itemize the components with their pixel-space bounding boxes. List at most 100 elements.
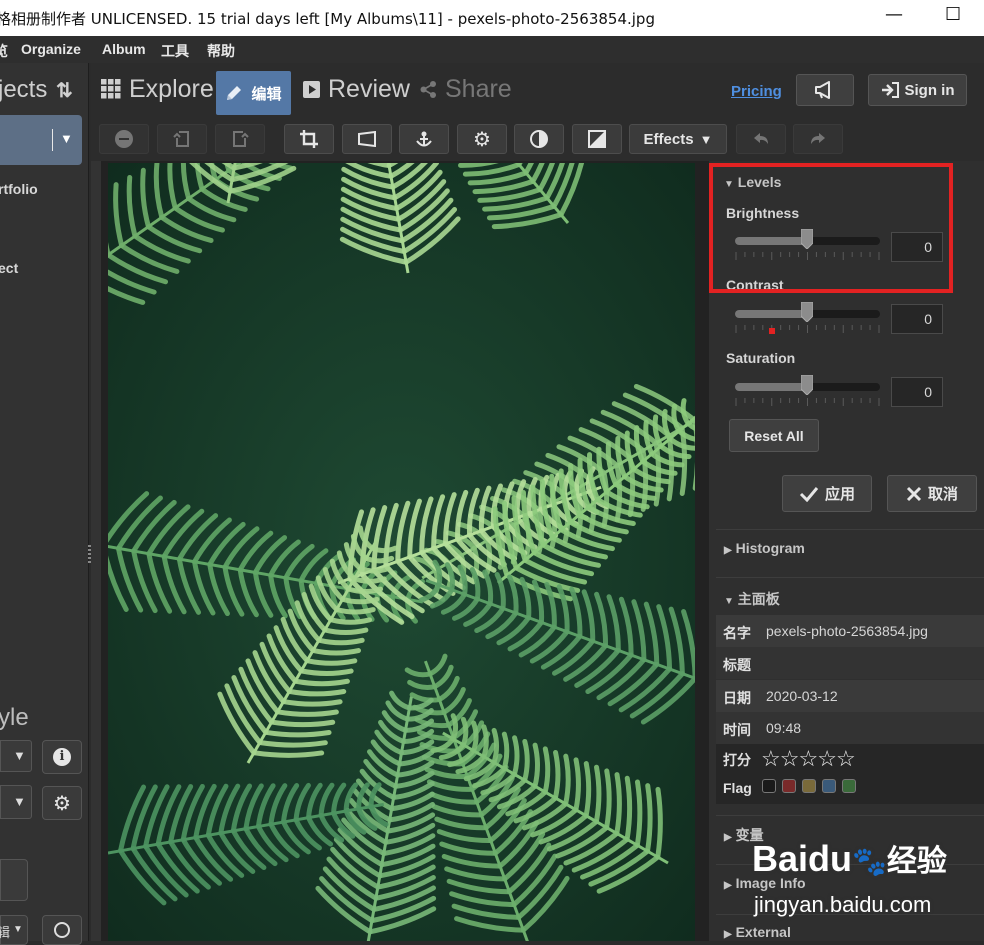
menu-item-browse[interactable]: 览 [0,41,8,61]
flag-swatch[interactable] [782,779,796,793]
anchor-icon [416,131,432,147]
settings-button[interactable]: ⚙ [42,786,82,820]
contrast-button[interactable] [514,124,564,154]
reset-all-button[interactable]: Reset All [729,419,819,452]
canvas-scrollbar[interactable] [91,161,101,941]
menu-bar: 览 Organize Album 工具 帮助 [0,36,984,63]
maximize-button[interactable]: ☐ [945,4,961,25]
perspective-icon [358,131,376,147]
undo-icon [754,133,768,144]
exposure-button[interactable] [572,124,622,154]
style-dropdown[interactable]: ▼ [0,740,32,772]
pencil-icon [227,86,242,100]
meta-row-title[interactable]: 标题 [716,647,984,679]
star-icon[interactable]: ☆ [798,746,818,771]
play-icon [303,80,320,98]
menu-item-tools[interactable]: 工具 [161,41,189,61]
gear-icon: ⚙ [473,128,491,151]
left-panel: jects ⇅ ▼ rtfolio ect yle ▼ i ▼ ⚙ 辑 ▼ [0,63,89,945]
star-icon[interactable]: ☆ [836,746,856,771]
main-panel-header[interactable]: ▼ 主面板 [724,589,780,609]
chevron-down-icon: ▼ [60,131,73,146]
levels-header[interactable]: ▼ Levels [724,174,781,190]
meta-row-time[interactable]: 时间 09:48 [716,712,984,744]
brightness-slider[interactable] [735,229,880,263]
menu-item-help[interactable]: 帮助 [207,41,235,61]
undo-button[interactable] [736,124,786,154]
tab-review[interactable]: Review [303,63,410,115]
slider-handle[interactable] [801,229,813,249]
flag-swatch[interactable] [802,779,816,793]
contrast-label: Contrast [726,277,784,293]
star-icon[interactable]: ☆ [761,746,781,771]
meta-row-date[interactable]: 日期 2020-03-12 [716,680,984,712]
perspective-button[interactable] [342,124,392,154]
tab-share[interactable]: Share [420,63,512,115]
chevron-down-icon: ▼ [13,924,23,935]
left-action-button[interactable] [0,859,28,901]
rotate-left-button[interactable] [157,124,207,154]
fern-photo[interactable] [108,163,695,941]
slider-ticks [735,325,880,333]
flag-swatch[interactable] [842,779,856,793]
star-icon[interactable]: ☆ [817,746,837,771]
rating-stars[interactable]: ☆☆☆☆☆ [761,746,856,772]
flag-label: Flag [723,780,752,796]
tab-edit[interactable]: 编辑 [216,71,291,115]
histogram-header[interactable]: ▶ Histogram [724,540,805,556]
contrast-slider[interactable] [735,302,880,336]
pricing-link[interactable]: Pricing [731,83,782,100]
sign-in-button[interactable]: Sign in [868,74,967,106]
meta-row-rating: 打分 ☆☆☆☆☆ Flag [716,744,984,804]
slider-handle[interactable] [801,302,813,322]
minus-circle-icon [115,130,133,148]
slider-ticks [735,398,880,406]
announcements-button[interactable] [796,74,854,106]
rotate-left-icon [173,131,189,147]
select-item[interactable]: ect [0,260,18,276]
cancel-button[interactable]: 取消 [887,475,977,512]
window-title: 格相册制作者 UNLICENSED. 15 trial days left [M… [0,10,655,28]
menu-item-album[interactable]: Album [102,41,146,57]
effects-dropdown[interactable]: Effects ▼ [629,124,727,154]
meta-row-name[interactable]: 名字 pexels-photo-2563854.jpg [716,615,984,647]
chevron-down-icon: ▼ [724,596,734,607]
megaphone-icon [815,81,830,99]
minimize-button[interactable]: — [885,4,903,25]
straighten-button[interactable] [399,124,449,154]
crop-button[interactable] [284,124,334,154]
rating-label: 打分 [723,752,751,768]
exposure-icon [588,130,606,148]
crop-icon [300,130,318,148]
sort-icon[interactable]: ⇅ [56,78,73,103]
close-icon [906,486,922,501]
meta-key: 日期 [723,690,751,706]
adjust-button[interactable]: ⚙ [457,124,507,154]
remove-button[interactable] [99,124,149,154]
apply-label: 应用 [824,486,855,503]
window-titlebar: 格相册制作者 UNLICENSED. 15 trial days left [M… [0,0,984,36]
tab-explore[interactable]: Explore [101,63,214,115]
external-title: External [735,924,791,940]
slider-handle[interactable] [801,375,813,395]
external-header[interactable]: ▶ External [724,924,791,940]
flag-swatch[interactable] [822,779,836,793]
contrast-value[interactable]: 0 [891,304,943,334]
redo-button[interactable] [793,124,843,154]
rotate-right-button[interactable] [215,124,265,154]
menu-item-organize[interactable]: Organize [21,41,81,57]
saturation-slider[interactable] [735,375,880,409]
brightness-value[interactable]: 0 [891,232,943,262]
saturation-value[interactable]: 0 [891,377,943,407]
style-dropdown-2[interactable]: ▼ [0,785,32,819]
apply-button[interactable]: 应用 [782,475,872,512]
project-dropdown[interactable]: ▼ [0,115,82,165]
effects-label: Effects [643,130,694,148]
edit-toolbar: ⚙ Effects ▼ [91,117,984,161]
flag-swatch[interactable] [762,779,776,793]
star-icon[interactable]: ☆ [780,746,800,771]
chevron-down-icon: ▼ [13,794,26,809]
main-panel-title: 主面板 [737,591,780,607]
portfolio-item[interactable]: rtfolio [0,181,38,197]
info-button[interactable]: i [42,740,82,774]
